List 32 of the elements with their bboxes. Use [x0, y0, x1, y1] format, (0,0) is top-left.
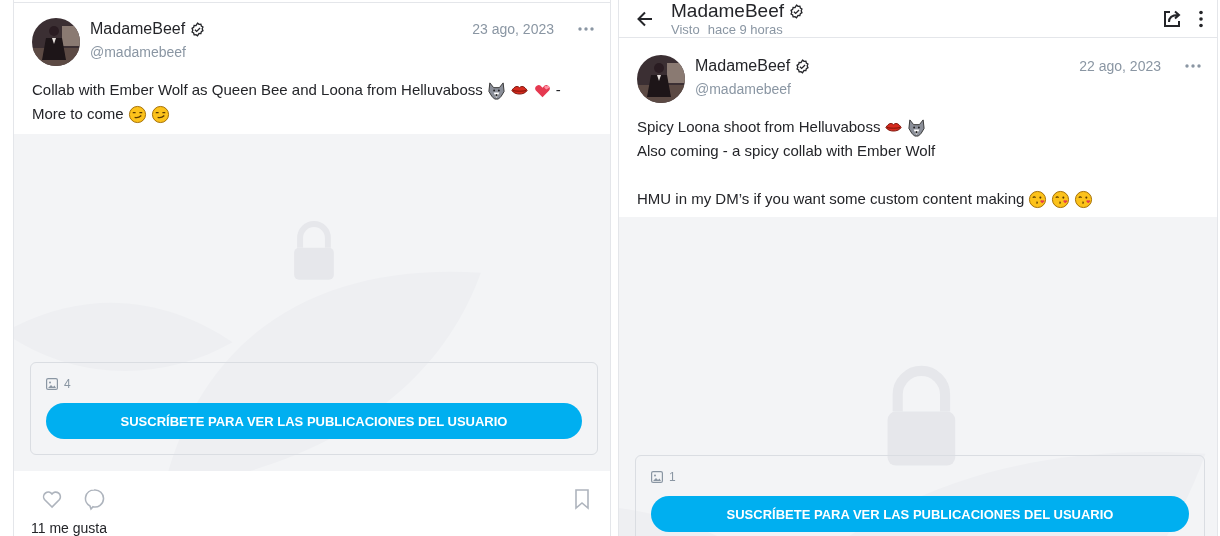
- avatar[interactable]: [32, 18, 80, 66]
- media-count: 4: [64, 377, 71, 391]
- avatar[interactable]: [637, 55, 685, 103]
- user-name[interactable]: MadameBeef: [90, 20, 186, 38]
- wolf-face-icon: [907, 117, 927, 137]
- smirk-face-icon: [150, 104, 170, 124]
- seen-status: Visto: [671, 22, 700, 37]
- post-text: -: [555, 80, 561, 100]
- subscribe-button[interactable]: SUSCRÍBETE PARA VER LAS PUBLICACIONES DEL USUARIO: [46, 403, 582, 439]
- more-icon[interactable]: [1199, 9, 1203, 28]
- last-seen: hace 9 horas: [707, 22, 783, 37]
- user-name[interactable]: MadameBeef: [695, 57, 791, 75]
- post-text: Collab with Ember Wolf as Queen Bee and Loona from Helluvaboss: [32, 80, 483, 100]
- likes-count: 11 me gusta: [30, 519, 108, 536]
- kissing-face-icon: [1051, 189, 1071, 209]
- post-text: Also coming - a spicy collab with Ember Wolf: [637, 141, 936, 161]
- post-date: 23 ago, 2023: [472, 20, 554, 37]
- media-count: 1: [669, 470, 676, 484]
- subscribe-button[interactable]: SUSCRÍBETE PARA VER LAS PUBLICACIONES DEL USUARIO: [651, 496, 1189, 532]
- post-text: More to come: [32, 104, 124, 124]
- image-icon: [651, 471, 663, 483]
- user-handle[interactable]: @madamebeef: [695, 81, 1070, 97]
- post-date: 22 ago, 2023: [1079, 57, 1161, 74]
- kissing-face-icon: [1074, 189, 1094, 209]
- user-handle[interactable]: @madamebeef: [90, 44, 463, 60]
- chat-title: MadameBeef: [671, 0, 784, 22]
- wolf-face-icon: [486, 80, 506, 100]
- post-text: Spicy Loona shoot from Helluvaboss: [637, 117, 881, 137]
- kissing-face-icon: [1028, 189, 1048, 209]
- smirk-face-icon: [127, 104, 147, 124]
- image-icon: [46, 378, 58, 390]
- post-text: HMU in my DM’s if you want some custom content making: [637, 189, 1025, 209]
